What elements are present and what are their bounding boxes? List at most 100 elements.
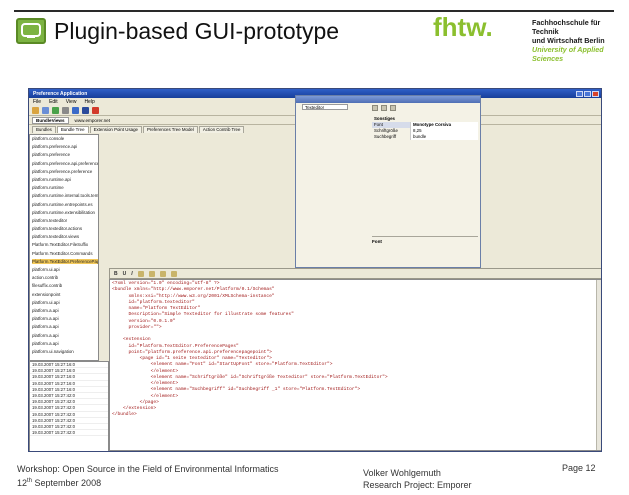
log-pane: 19.03.2007 15:27:16:0 19.03.2007 15:27:16… bbox=[29, 361, 109, 451]
tree-item-label: platform.preference.preference bbox=[32, 168, 93, 174]
underline-button[interactable]: U bbox=[123, 271, 127, 277]
tree-item-label: extensionpoint bbox=[32, 291, 61, 297]
institution-line-3: University of Applied Sciences bbox=[532, 45, 604, 63]
tab-preferences-tree-model[interactable]: Preferences Tree Model bbox=[142, 126, 198, 133]
institution-line-1: Fachhochschule für Technik bbox=[532, 18, 601, 36]
tree-item[interactable]: extensionpoint bbox=[30, 291, 98, 299]
tree-item-label: platform.a.api bbox=[32, 332, 59, 338]
tree-item[interactable]: Platform.TextEditor.PreferencePages bbox=[30, 258, 98, 266]
footer-date-rest: September 2008 bbox=[32, 478, 102, 488]
sort-categorized-icon[interactable] bbox=[372, 105, 378, 111]
new-file-icon[interactable] bbox=[42, 107, 49, 114]
tab-action-contrib-tree[interactable]: Action Contrib Tree bbox=[198, 126, 245, 133]
tree-item[interactable]: platform.a.api bbox=[30, 332, 98, 340]
menu-view[interactable]: View bbox=[66, 99, 77, 105]
refresh-icon[interactable] bbox=[52, 107, 59, 114]
monitor-icon bbox=[16, 18, 46, 44]
tree-item[interactable]: platform.preference bbox=[30, 151, 98, 159]
open-folder-icon[interactable] bbox=[32, 107, 39, 114]
view-website[interactable]: www.emporer.net bbox=[75, 118, 111, 123]
replace-icon[interactable] bbox=[170, 270, 177, 277]
tree-item-label: action.contrib bbox=[32, 275, 59, 281]
tree-item[interactable]: platform.texteditor.actions bbox=[30, 225, 98, 233]
copy-icon[interactable] bbox=[137, 270, 144, 277]
tree-item-label: platform.a.api bbox=[32, 324, 59, 330]
footer-author: Volker Wohlgemuth bbox=[363, 468, 441, 478]
tree-item-label: platform.a.api bbox=[32, 340, 59, 346]
tree-item[interactable]: platform.texteditor bbox=[30, 217, 98, 225]
xml-editor[interactable]: <?xml version="1.0" encoding="utf-8" ?> … bbox=[109, 279, 601, 451]
slide-title: Plugin-based GUI-prototype bbox=[54, 17, 340, 44]
bundle-tree: platform.console platform.preference.api p… bbox=[29, 134, 99, 361]
property-key: Suchbegriff bbox=[374, 134, 397, 139]
menu-help[interactable]: Help bbox=[84, 99, 94, 105]
property-value[interactable]: bundle bbox=[410, 134, 478, 140]
edit-icon[interactable] bbox=[62, 107, 69, 114]
tree-item[interactable]: filesuffix.contrib bbox=[30, 282, 98, 290]
italic-button[interactable]: I bbox=[131, 271, 132, 277]
tree-item-label: Platform.TextEditor.FileSuffix bbox=[32, 242, 89, 248]
preferences-dialog-titlebar bbox=[296, 96, 480, 103]
bold-button[interactable]: B bbox=[114, 271, 118, 277]
tree-item-label: filesuffix.contrib bbox=[32, 283, 63, 289]
property-description-label: Font bbox=[372, 236, 478, 244]
tree-item[interactable]: platform.preference.api bbox=[30, 143, 98, 151]
property-row-search-term[interactable]: Suchbegriff bundle bbox=[372, 134, 478, 140]
window-controls bbox=[576, 90, 601, 97]
institution-line-2: und Wirtschaft Berlin bbox=[532, 36, 605, 45]
application-screenshot: Preference Application File Edit View He… bbox=[28, 88, 602, 452]
sort-alphabetical-icon[interactable] bbox=[381, 105, 387, 111]
window-title: Preference Application bbox=[33, 90, 88, 97]
tree-item-label: platform.runtime.api bbox=[32, 176, 71, 182]
preference-page-texteditor[interactable]: Texteditor bbox=[302, 104, 348, 110]
property-grid-toolbar bbox=[372, 105, 396, 111]
view-bundleviews[interactable]: BundleViews bbox=[32, 116, 69, 124]
property-pages-icon[interactable] bbox=[390, 105, 396, 111]
tree-item[interactable]: platform.preference.api.preferencepagepo… bbox=[30, 160, 98, 168]
close-button[interactable] bbox=[592, 90, 599, 97]
menu-file[interactable]: File bbox=[33, 99, 41, 105]
paste-icon[interactable] bbox=[148, 270, 155, 277]
tree-item[interactable]: action.contrib bbox=[30, 274, 98, 282]
tree-item[interactable]: platform.runtime bbox=[30, 184, 98, 192]
tree-item[interactable]: platform.a.api bbox=[30, 340, 98, 348]
tree-item-label: platform.runtime.entrepoints.es bbox=[32, 201, 93, 207]
page-number: Page 12 bbox=[562, 463, 596, 473]
footer-event-name: Workshop: Open Source in the Field of En… bbox=[17, 464, 279, 474]
tree-item[interactable]: platform.a.api bbox=[30, 315, 98, 323]
tree-item-label: platform.a.api bbox=[32, 316, 59, 322]
tree-item[interactable]: platform.runtime.entrepoints.es bbox=[30, 201, 98, 209]
maximize-button[interactable] bbox=[584, 90, 591, 97]
tree-item[interactable]: platform.preference.preference bbox=[30, 168, 98, 176]
xml-editor-content[interactable]: <?xml version="1.0" encoding="utf-8" ?> … bbox=[110, 280, 601, 420]
tree-item[interactable]: Platform.TextEditor.FileSuffix bbox=[30, 241, 98, 249]
tree-item[interactable]: platform.a.api bbox=[30, 307, 98, 315]
tree-item-label: platform.ui.api bbox=[32, 299, 60, 305]
footer-author-block: Volker Wohlgemuth Research Project: Empo… bbox=[363, 467, 472, 491]
minimize-button[interactable] bbox=[576, 90, 583, 97]
tree-item[interactable]: platform.runtime.api bbox=[30, 176, 98, 184]
tree-item[interactable]: platform.console bbox=[30, 135, 98, 143]
tree-item[interactable]: platform.ui.navigation bbox=[30, 348, 98, 356]
delete-icon[interactable] bbox=[92, 107, 99, 114]
save-all-icon[interactable] bbox=[82, 107, 89, 114]
tree-item[interactable]: platform.ui.api bbox=[30, 266, 98, 274]
editor-scrollbar[interactable] bbox=[596, 280, 601, 450]
find-icon[interactable] bbox=[159, 270, 166, 277]
tab-extension-point-usage[interactable]: Extension Point Usage bbox=[89, 126, 142, 133]
tab-bundles[interactable]: Bundles bbox=[32, 126, 56, 133]
tree-item[interactable]: Platform.TextEditor.Commands bbox=[30, 250, 98, 258]
tree-item[interactable]: platform.ui.api bbox=[30, 299, 98, 307]
tree-item[interactable]: platform.runtime.extensibilitation bbox=[30, 209, 98, 217]
tab-bundle-tree[interactable]: Bundle Tree bbox=[56, 126, 89, 133]
tree-item-label: Platform.TextEditor.PreferencePages bbox=[32, 258, 98, 264]
tree-item[interactable]: platform.runtime.internal.tools.tempmodi… bbox=[30, 192, 98, 200]
tree-item-label: platform.preference.api bbox=[32, 144, 78, 150]
footer-project: Research Project: Emporer bbox=[363, 480, 472, 490]
menu-edit[interactable]: Edit bbox=[49, 99, 58, 105]
tree-item[interactable]: platform.a.api bbox=[30, 323, 98, 331]
tree-item[interactable]: platform.texteditor.views bbox=[30, 233, 98, 241]
tree-item-label: platform.preference.api.preferencepagepo… bbox=[32, 160, 99, 166]
save-icon[interactable] bbox=[72, 107, 79, 114]
tree-item-label: platform.runtime.extensibilitation bbox=[32, 209, 95, 215]
